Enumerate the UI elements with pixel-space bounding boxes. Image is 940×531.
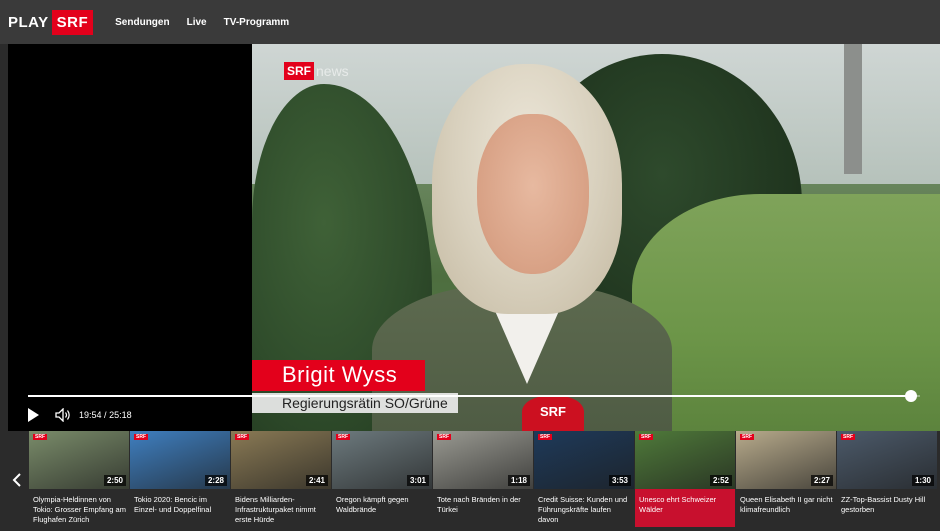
card-title: Tote nach Bränden in der Türkei — [437, 495, 521, 514]
video-carousel: SRF 2:50 Olympia-Heldinnen von Tokio: Gro… — [0, 431, 940, 531]
channel-bug-srf: SRF — [284, 62, 314, 80]
progress-handle[interactable] — [905, 390, 918, 402]
main-nav: Sendungen Live TV-Programm — [115, 17, 306, 28]
card-thumbnail: SRF 1:30 — [837, 431, 937, 489]
card-title: Oregon kämpft gegen Waldbrände — [336, 495, 409, 514]
carousel-card[interactable]: SRF 2:52 Unesco ehrt Schweizer Wälder — [635, 431, 736, 527]
card-title: Olympia-Heldinnen von Tokio: Grosser Emp… — [33, 495, 126, 524]
time-display: 19:54 / 25:18 — [79, 410, 132, 420]
carousel-card[interactable]: SRF 2:27 Queen Elisabeth II gar nicht kli… — [736, 431, 837, 527]
logo-play-text: PLAY — [8, 13, 49, 31]
carousel-card[interactable]: SRF 1:18 Tote nach Bränden in der Türkei — [433, 431, 534, 527]
card-thumbnail: SRF 2:41 — [231, 431, 331, 489]
progress-bar[interactable] — [28, 390, 920, 402]
carousel-card[interactable]: SRF 2:28 Tokio 2020: Bencic im Einzel- un… — [130, 431, 231, 527]
card-thumbnail: SRF 2:50 — [29, 431, 129, 489]
card-thumbnail: SRF 3:01 — [332, 431, 432, 489]
person-face — [477, 114, 589, 274]
card-title: Bidens Milliarden-Infrastrukturpaket nim… — [235, 495, 316, 524]
carousel-card[interactable]: SRF 1:30 ZZ-Top-Bassist Dusty Hill gestor… — [837, 431, 938, 527]
card-duration: 3:53 — [608, 475, 631, 486]
time-current: 19:54 — [79, 410, 102, 420]
top-navigation: PLAY SRF Sendungen Live TV-Programm — [0, 0, 940, 44]
card-duration: 1:30 — [911, 475, 934, 486]
progress-fill — [28, 395, 912, 397]
chevron-left-icon[interactable] — [12, 473, 22, 487]
video-pole — [844, 44, 862, 174]
card-duration: 3:01 — [406, 475, 429, 486]
card-thumbnail: SRF 2:28 — [130, 431, 230, 489]
lower-third-name: Brigit Wyss — [252, 360, 426, 391]
nav-live[interactable]: Live — [187, 17, 207, 28]
card-thumbnail: SRF 2:27 — [736, 431, 836, 489]
lower-third: Brigit Wyss Regierungsrätin SO/Grüne — [252, 360, 458, 413]
channel-bug: SRF news — [284, 62, 349, 80]
card-thumbnail: SRF 3:53 — [534, 431, 634, 489]
video-frame[interactable]: SRF news SRF Brigit Wyss Regierungsrätin… — [252, 44, 940, 431]
carousel-card[interactable]: SRF 3:53 Credit Suisse: Kunden und Führun… — [534, 431, 635, 527]
time-total: 25:18 — [109, 410, 132, 420]
card-title: Credit Suisse: Kunden und Führungskräfte… — [538, 495, 628, 524]
player-controls: 19:54 / 25:18 — [28, 408, 132, 422]
card-thumbnail: SRF 1:18 — [433, 431, 533, 489]
channel-bug-news: news — [316, 63, 349, 79]
card-title: Unesco ehrt Schweizer Wälder — [635, 489, 735, 527]
video-player[interactable]: SRF news SRF Brigit Wyss Regierungsrätin… — [8, 44, 940, 431]
card-duration: 2:52 — [709, 475, 732, 486]
card-title: Tokio 2020: Bencic im Einzel- und Doppel… — [134, 495, 212, 514]
play-icon[interactable] — [28, 408, 39, 422]
card-title: Queen Elisabeth II gar nicht klimafreund… — [740, 495, 833, 514]
volume-icon[interactable] — [55, 408, 71, 422]
play-srf-logo[interactable]: PLAY SRF — [8, 9, 94, 35]
card-title: ZZ-Top-Bassist Dusty Hill gestorben — [841, 495, 926, 514]
time-separator: / — [104, 410, 107, 420]
card-duration: 2:28 — [204, 475, 227, 486]
nav-sendungen[interactable]: Sendungen — [115, 17, 169, 28]
card-thumbnail: SRF 2:52 — [635, 431, 735, 489]
nav-tv-programm[interactable]: TV-Programm — [224, 17, 290, 28]
card-duration: 1:18 — [507, 475, 530, 486]
carousel-card[interactable]: SRF 3:01 Oregon kämpft gegen Waldbrände — [332, 431, 433, 527]
carousel-cards: SRF 2:50 Olympia-Heldinnen von Tokio: Gro… — [29, 431, 938, 527]
microphone: SRF — [522, 396, 584, 431]
card-duration: 2:27 — [810, 475, 833, 486]
carousel-card[interactable]: SRF 2:41 Bidens Milliarden-Infrastrukturp… — [231, 431, 332, 527]
logo-srf-text: SRF — [51, 9, 94, 35]
card-duration: 2:50 — [103, 475, 126, 486]
carousel-card[interactable]: SRF 2:50 Olympia-Heldinnen von Tokio: Gro… — [29, 431, 130, 527]
card-duration: 2:41 — [305, 475, 328, 486]
